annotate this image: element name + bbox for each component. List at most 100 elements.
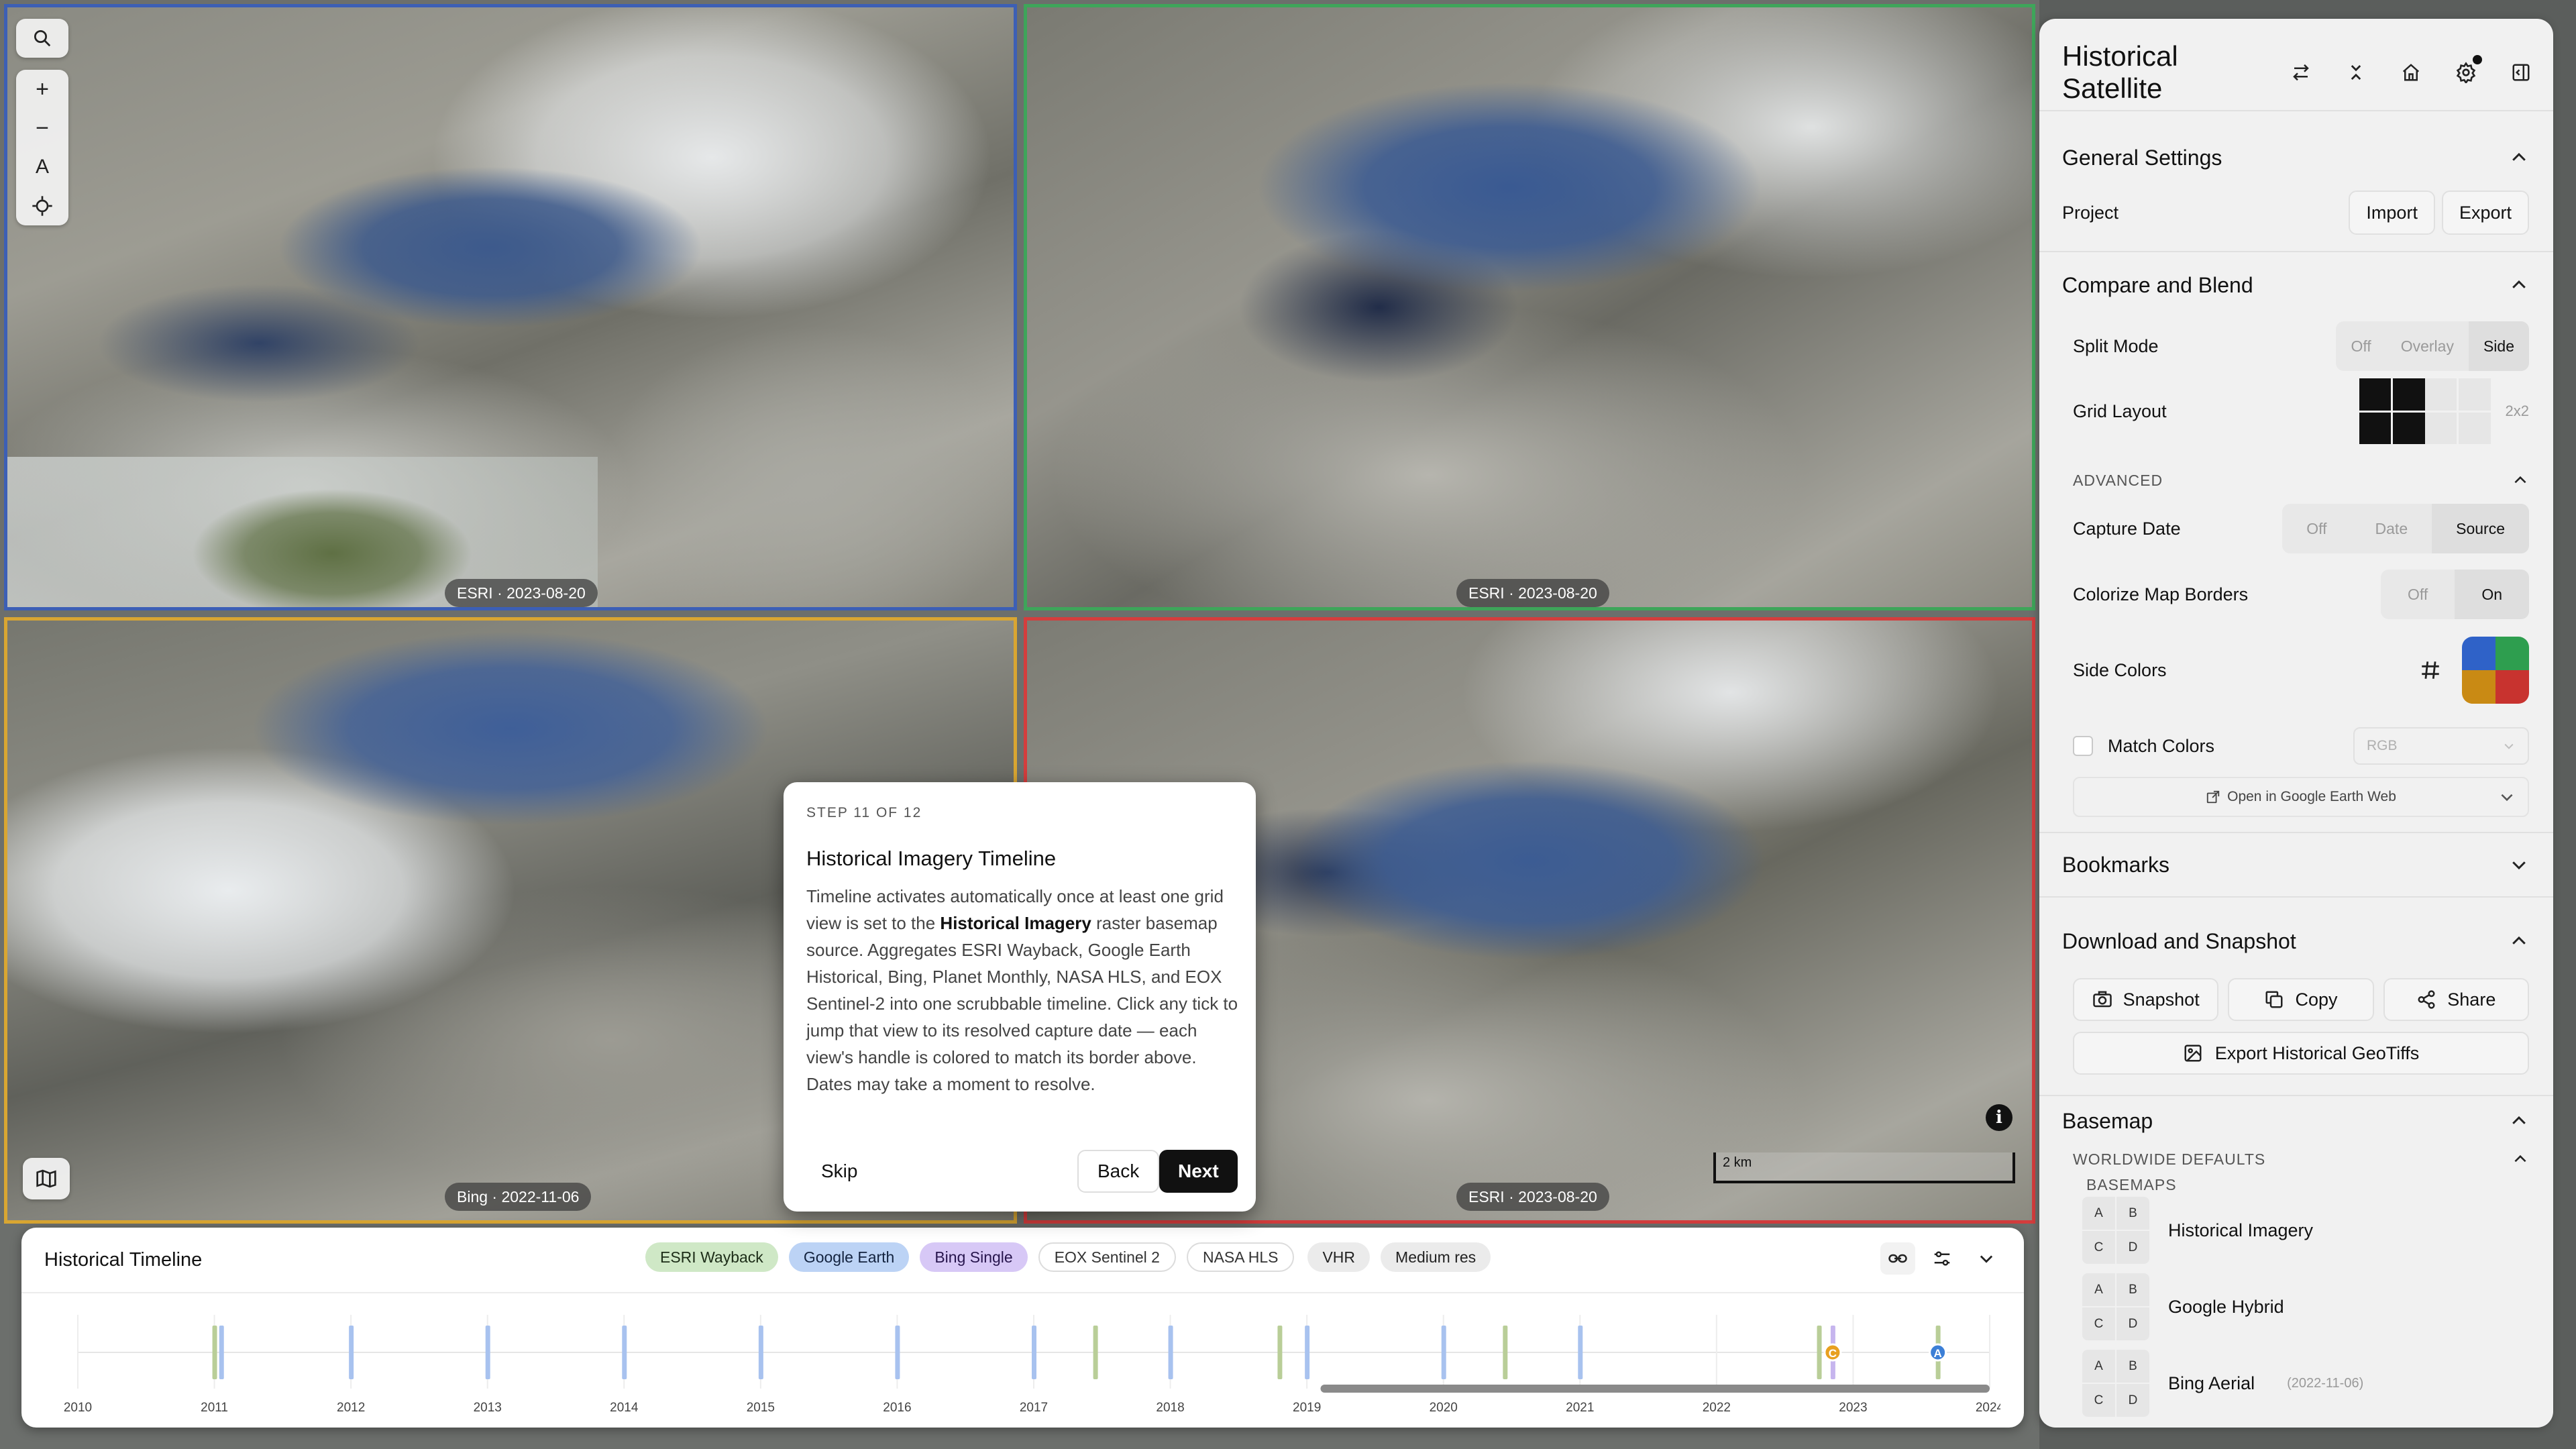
section-basemap[interactable]: Basemap bbox=[2062, 1104, 2529, 1138]
timeline-tick[interactable] bbox=[1277, 1326, 1283, 1379]
tour-step-counter: STEP 11 OF 12 bbox=[806, 805, 922, 820]
chip-vhr[interactable]: VHR bbox=[1307, 1242, 1371, 1272]
timeline-tick[interactable] bbox=[1032, 1326, 1036, 1379]
capture-date-source[interactable]: Source bbox=[2432, 504, 2529, 553]
tour-back-button[interactable]: Back bbox=[1077, 1150, 1160, 1193]
chip-medium-res[interactable]: Medium res bbox=[1381, 1242, 1491, 1272]
view-date-badge: ESRI · 2023-08-20 bbox=[1456, 1183, 1609, 1211]
view-a[interactable]: A bbox=[2082, 1197, 2115, 1230]
locate-button[interactable] bbox=[21, 186, 64, 225]
zoom-out-button[interactable]: − bbox=[21, 109, 64, 148]
timeline-range-bar bbox=[1320, 1385, 1990, 1393]
settings-button[interactable] bbox=[2447, 54, 2485, 91]
map-grid[interactable]: ESRI · 2023-08-20 ESRI · 2023-08-20 Bing… bbox=[0, 0, 2039, 1449]
match-colors-checkbox[interactable] bbox=[2073, 736, 2093, 756]
open-google-earth-label: Open in Google Earth Web bbox=[2227, 789, 2396, 804]
side-colors-swatch[interactable] bbox=[2462, 637, 2529, 704]
timeline-tick[interactable] bbox=[758, 1326, 763, 1379]
timeline-tick[interactable] bbox=[622, 1326, 627, 1379]
timeline-tick[interactable] bbox=[219, 1326, 224, 1379]
basemap-item-historical-imagery[interactable]: A B C D Historical Imagery bbox=[2082, 1195, 2529, 1265]
swap-button[interactable] bbox=[2282, 54, 2320, 91]
grid-layout-picker[interactable]: 2x2 bbox=[2359, 378, 2529, 444]
timeline-tick[interactable] bbox=[349, 1326, 354, 1379]
timeline-tick[interactable] bbox=[1441, 1326, 1446, 1379]
timeline-filter-button[interactable] bbox=[1925, 1242, 1960, 1275]
timeline-tick[interactable] bbox=[1168, 1326, 1173, 1379]
chip-bing-single[interactable]: Bing Single bbox=[920, 1242, 1028, 1272]
home-button[interactable] bbox=[2392, 54, 2430, 91]
split-mode-side[interactable]: Side bbox=[2468, 321, 2529, 371]
timeline-tick[interactable] bbox=[895, 1326, 900, 1379]
year-label: 2015 bbox=[747, 1401, 775, 1415]
view-b[interactable]: B bbox=[2116, 1273, 2149, 1306]
split-mode-overlay[interactable]: Overlay bbox=[2386, 321, 2469, 371]
chip-esri-wayback[interactable]: ESRI Wayback bbox=[645, 1242, 778, 1272]
view-d[interactable]: D bbox=[2116, 1307, 2149, 1340]
link-views-button[interactable] bbox=[1880, 1242, 1915, 1275]
export-button[interactable]: Export bbox=[2441, 191, 2529, 235]
tour-next-button[interactable]: Next bbox=[1159, 1150, 1238, 1193]
section-compare-blend[interactable]: Compare and Blend bbox=[2062, 268, 2529, 302]
basemap-item-google-hybrid[interactable]: A B C D Google Hybrid bbox=[2082, 1272, 2529, 1342]
timeline-collapse-button[interactable] bbox=[1969, 1242, 2004, 1275]
timeline-tick[interactable] bbox=[1503, 1326, 1508, 1379]
view-d[interactable]: D bbox=[2116, 1384, 2149, 1417]
colorize-off[interactable]: Off bbox=[2381, 570, 2455, 619]
capture-date-date[interactable]: Date bbox=[2351, 504, 2432, 553]
view-b[interactable]: B bbox=[2116, 1350, 2149, 1383]
worldwide-defaults-subsection[interactable]: WORLDWIDE DEFAULTS bbox=[2073, 1147, 2529, 1171]
map-view-top-left[interactable]: ESRI · 2023-08-20 bbox=[4, 4, 1017, 610]
view-c[interactable]: C bbox=[2082, 1231, 2115, 1264]
basemap-toggle-button[interactable] bbox=[23, 1158, 70, 1199]
chip-google-earth[interactable]: Google Earth bbox=[788, 1242, 910, 1272]
colorize-on[interactable]: On bbox=[2455, 570, 2529, 619]
view-d[interactable]: D bbox=[2116, 1231, 2149, 1264]
grid-layout-preview[interactable] bbox=[2359, 378, 2491, 444]
info-icon[interactable]: i bbox=[1986, 1104, 2012, 1131]
timeline-tick[interactable] bbox=[1305, 1326, 1310, 1379]
gear-icon bbox=[2456, 62, 2476, 83]
map-view-top-right[interactable]: ESRI · 2023-08-20 bbox=[1024, 4, 2035, 610]
hash-icon[interactable] bbox=[2419, 659, 2442, 682]
split-mode-off[interactable]: Off bbox=[2336, 321, 2385, 371]
timeline-tick[interactable] bbox=[1093, 1326, 1098, 1379]
copy-button[interactable]: Copy bbox=[2228, 978, 2374, 1021]
advanced-subsection[interactable]: ADVANCED bbox=[2073, 468, 2529, 492]
tour-skip-button[interactable]: Skip bbox=[806, 1150, 872, 1193]
basemap-view-assignment[interactable]: A B C D bbox=[2082, 1273, 2149, 1340]
basemap-view-assignment[interactable]: A B C D bbox=[2082, 1197, 2149, 1264]
grid-layout-label: Grid Layout bbox=[2073, 400, 2167, 421]
chip-eox-sentinel-2[interactable]: EOX Sentinel 2 bbox=[1038, 1242, 1176, 1272]
timeline-tick[interactable] bbox=[1817, 1326, 1822, 1379]
north-arrow-button[interactable]: A bbox=[21, 148, 64, 186]
zoom-in-button[interactable]: + bbox=[21, 70, 64, 109]
snapshot-button[interactable]: Snapshot bbox=[2073, 978, 2219, 1021]
collapse-all-button[interactable] bbox=[2337, 54, 2375, 91]
chip-nasa-hls[interactable]: NASA HLS bbox=[1186, 1242, 1295, 1272]
view-b[interactable]: B bbox=[2116, 1197, 2149, 1230]
timeline-track[interactable]: 2010 2011 2012 2013 2014 2015 2016 2017 2018 2019… bbox=[55, 1301, 2000, 1415]
match-colors-select[interactable]: RGB bbox=[2353, 727, 2529, 765]
basemap-view-assignment[interactable]: A B C D bbox=[2082, 1350, 2149, 1417]
section-general-settings[interactable]: General Settings bbox=[2062, 141, 2529, 174]
section-download-snapshot[interactable]: Download and Snapshot bbox=[2062, 924, 2529, 958]
view-c[interactable]: C bbox=[2082, 1307, 2115, 1340]
toggle-panel-button[interactable] bbox=[2502, 54, 2540, 91]
section-bookmarks[interactable]: Bookmarks bbox=[2062, 848, 2529, 881]
search-button[interactable] bbox=[21, 19, 64, 58]
basemap-item-bing-aerial[interactable]: A B C D Bing Aerial (2022-11-06) bbox=[2082, 1348, 2529, 1418]
timeline-chart[interactable]: 2010 2011 2012 2013 2014 2015 2016 2017 2018 2019… bbox=[55, 1301, 2000, 1415]
export-geotiffs-label: Export Historical GeoTiffs bbox=[2214, 1042, 2420, 1063]
timeline-tick[interactable] bbox=[1578, 1326, 1583, 1379]
capture-date-off[interactable]: Off bbox=[2282, 504, 2351, 553]
view-a[interactable]: A bbox=[2082, 1350, 2115, 1383]
view-c[interactable]: C bbox=[2082, 1384, 2115, 1417]
view-a[interactable]: A bbox=[2082, 1273, 2115, 1306]
import-button[interactable]: Import bbox=[2349, 191, 2435, 235]
timeline-tick[interactable] bbox=[485, 1326, 490, 1379]
timeline-tick[interactable] bbox=[212, 1326, 217, 1379]
open-google-earth-link[interactable]: Open in Google Earth Web bbox=[2073, 777, 2529, 817]
export-geotiffs-button[interactable]: Export Historical GeoTiffs bbox=[2073, 1032, 2529, 1075]
share-button[interactable]: Share bbox=[2383, 978, 2529, 1021]
